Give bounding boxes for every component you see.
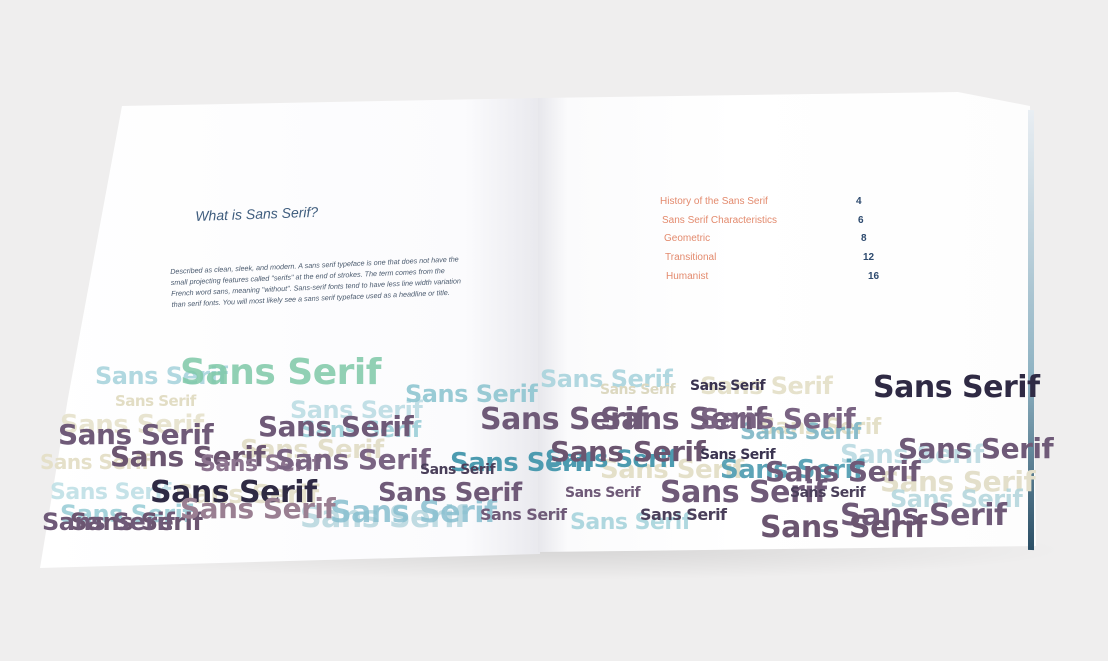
toc-item-page: 8 [861, 233, 867, 244]
cover-edge [1028, 109, 1034, 551]
toc-item-label: Humanist [666, 271, 709, 282]
toc-item-label: Geometric [664, 233, 711, 244]
toc-item-label: Sans Serif Characteristics [662, 215, 778, 226]
toc-item-label: History of the Sans Serif [660, 196, 768, 207]
toc-item-page: 12 [863, 252, 875, 263]
left-page [40, 98, 540, 568]
toc-item-page: 6 [858, 215, 864, 226]
toc-item-label: Transitional [665, 252, 717, 263]
toc-item-page: 4 [856, 196, 862, 207]
scene: What is Sans Serif? Described as clean, … [0, 0, 1108, 661]
toc-item-page: 16 [868, 271, 880, 282]
right-page [538, 92, 1036, 552]
